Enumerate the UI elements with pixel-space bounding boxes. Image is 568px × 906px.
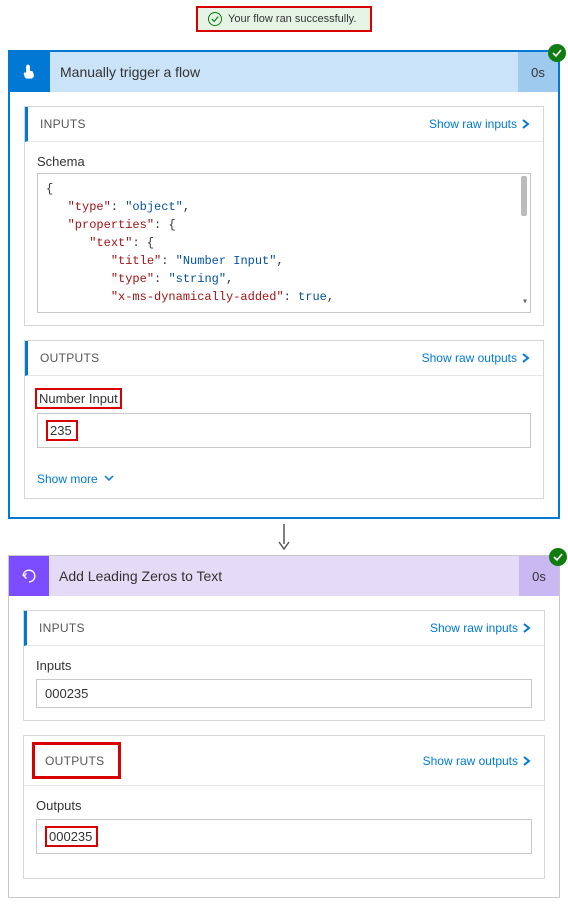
outputs-section: OUTPUTS Show raw outputs Number Input 23… [24,340,544,499]
number-input-label: Number Input [39,391,118,406]
show-raw-outputs-link[interactable]: Show raw outputs [423,754,532,768]
compose-icon [9,556,49,596]
show-raw-outputs-link[interactable]: Show raw outputs [422,351,531,365]
highlight-number-input-label: Number Input [35,388,122,409]
success-badge-icon [548,44,566,62]
schema-textbox[interactable]: { "type": "object", "properties": { "tex… [37,173,531,313]
outputs-section: OUTPUTS Show raw outputs Outputs 000235 [23,735,545,879]
chevron-right-icon [522,756,532,766]
chevron-right-icon [522,623,532,633]
highlight-outputs-value: 000235 [45,826,98,847]
outputs-title: OUTPUTS [45,754,104,768]
outputs-field-value: 000235 [49,829,92,844]
inputs-field-label: Inputs [24,646,544,679]
chevron-down-icon [104,472,114,486]
card-add-leading-zeros: Add Leading Zeros to Text 0s INPUTS Show… [8,555,560,898]
success-badge-icon [549,548,567,566]
success-check-icon [208,12,222,26]
number-input-value: 235 [50,423,72,438]
success-text: Your flow ran successfully. [228,13,356,25]
scrollbar[interactable]: ▾ [520,176,528,310]
inputs-section: INPUTS Show raw inputs Schema { "type": … [24,106,544,326]
highlight-outputs-title: OUTPUTS [32,742,121,779]
show-raw-inputs-link[interactable]: Show raw inputs [430,621,532,635]
highlight-number-input-value: 235 [46,420,78,441]
card-manual-trigger: Manually trigger a flow 0s INPUTS Show r… [8,50,560,519]
card-title: Manually trigger a flow [50,64,518,80]
chevron-right-icon [521,353,531,363]
inputs-field-value: 000235 [36,679,532,708]
chevron-down-icon: ▾ [522,294,528,312]
card-title: Add Leading Zeros to Text [49,568,519,584]
chevron-right-icon [521,119,531,129]
schema-label: Schema [37,154,531,169]
show-raw-inputs-link[interactable]: Show raw inputs [429,117,531,131]
inputs-title: INPUTS [40,117,86,131]
show-more-link[interactable]: Show more [25,460,543,486]
number-input-value-box: 235 [37,413,531,448]
inputs-title: INPUTS [39,621,85,635]
inputs-section: INPUTS Show raw inputs Inputs 000235 [23,610,545,721]
outputs-title: OUTPUTS [40,351,99,365]
trigger-icon [10,52,50,92]
flow-connector-arrow [0,519,568,555]
card-header[interactable]: Add Leading Zeros to Text 0s [9,556,559,596]
card-header[interactable]: Manually trigger a flow 0s [10,52,558,92]
success-banner: Your flow ran successfully. [196,6,372,32]
outputs-field-value-box: 000235 [36,819,532,854]
outputs-field-label: Outputs [24,786,544,819]
